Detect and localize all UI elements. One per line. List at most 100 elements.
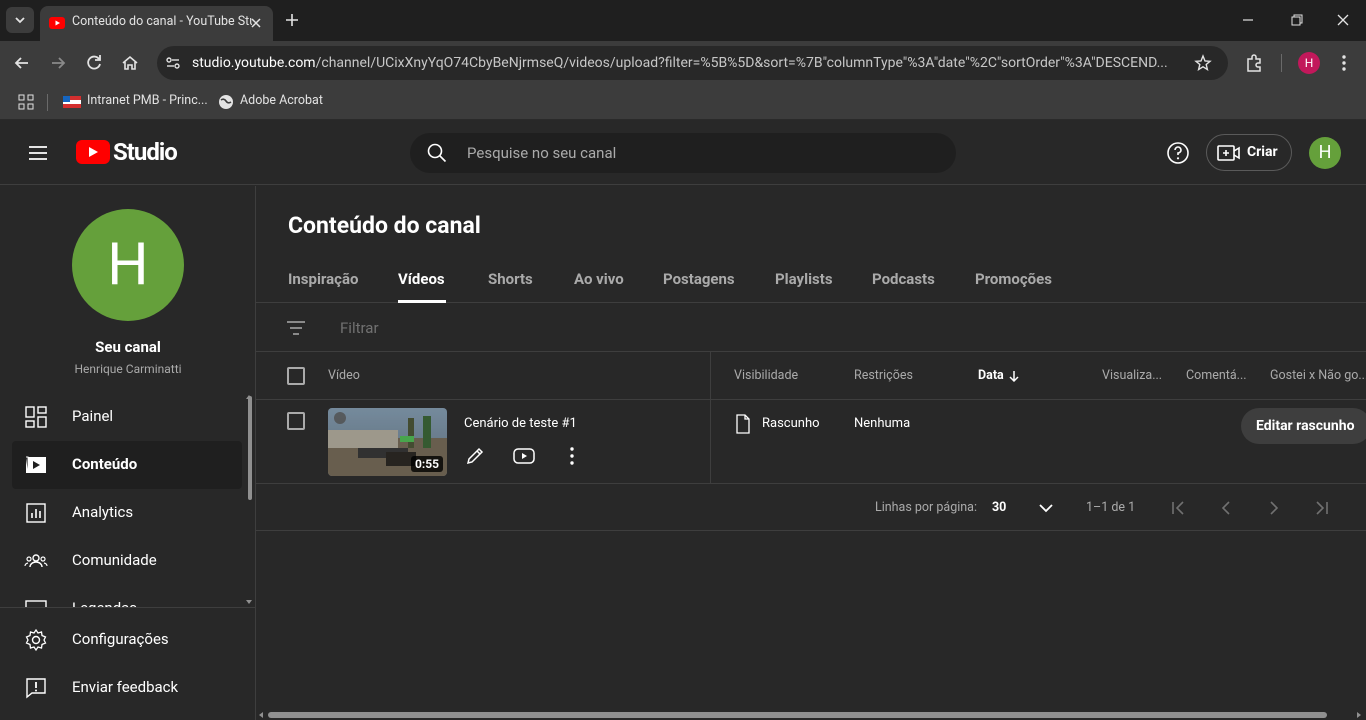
tab-shorts[interactable]: Shorts: [488, 270, 533, 288]
edit-draft-button[interactable]: Editar rascunho: [1241, 408, 1366, 444]
community-icon: [24, 554, 48, 568]
youtube-favicon-icon: [49, 17, 65, 29]
select-all-checkbox[interactable]: [287, 367, 305, 385]
column-likes[interactable]: Gostei x Não go...: [1270, 368, 1366, 383]
sidebar-item-label: Enviar feedback: [72, 678, 179, 696]
filter-placeholder: Filtrar: [340, 319, 379, 337]
horizontal-scrollbar[interactable]: [268, 712, 1327, 718]
tab-podcasts[interactable]: Podcasts: [872, 270, 935, 288]
studio-logo[interactable]: Studio: [76, 138, 178, 167]
tab-search-button[interactable]: [6, 7, 34, 33]
filter-icon[interactable]: [285, 317, 307, 339]
url-path: /channel/UCixXnyYqO74CbyBeNjrmseQ/videos…: [315, 55, 1168, 71]
tab-promocoes[interactable]: Promoções: [975, 270, 1052, 288]
first-page-icon[interactable]: [1168, 498, 1188, 518]
column-date[interactable]: Data: [978, 368, 1004, 383]
extensions-icon[interactable]: [1244, 53, 1264, 73]
forward-icon[interactable]: [48, 53, 68, 73]
toolbar-divider: [1281, 54, 1282, 72]
scroll-left-icon[interactable]: [258, 711, 264, 719]
minimize-icon[interactable]: [1240, 12, 1256, 28]
sidebar-item-painel[interactable]: Painel: [12, 393, 242, 441]
site-info-icon[interactable]: [165, 55, 181, 71]
tab-playlists[interactable]: Playlists: [775, 270, 833, 288]
sidebar-item-configuracoes[interactable]: Configurações: [12, 616, 242, 664]
browser-toolbar: studio.youtube.com/channel/UCixXnyYqO74C…: [0, 41, 1366, 85]
youtube-logo-icon: [76, 140, 110, 164]
edit-pencil-icon[interactable]: [464, 445, 486, 467]
row-checkbox[interactable]: [287, 412, 305, 430]
scroll-right-icon[interactable]: [1356, 711, 1362, 719]
tab-postagens[interactable]: Postagens: [663, 270, 735, 288]
new-tab-icon[interactable]: [283, 11, 301, 29]
bookmark-star-icon[interactable]: [1194, 54, 1212, 72]
sidebar-item-label: Conteúdo: [72, 455, 138, 473]
reload-icon[interactable]: [84, 53, 104, 73]
address-bar[interactable]: studio.youtube.com/channel/UCixXnyYqO74C…: [157, 46, 1228, 80]
create-video-icon: [1217, 145, 1240, 161]
filter-bar[interactable]: Filtrar: [256, 303, 1366, 352]
home-icon[interactable]: [120, 53, 140, 73]
next-page-icon[interactable]: [1264, 498, 1284, 518]
search-input[interactable]: Pesquise no seu canal: [410, 133, 956, 173]
sidebar-bottom: Configurações Enviar feedback: [0, 607, 255, 720]
dashboard-icon: [25, 406, 47, 428]
content-icon: [26, 456, 46, 473]
help-icon[interactable]: [1166, 141, 1190, 165]
column-visibility[interactable]: Visibilidade: [734, 368, 798, 383]
main-content: Conteúdo do canal Inspiração Vídeos Shor…: [256, 186, 1366, 720]
account-avatar[interactable]: H: [1309, 137, 1341, 169]
previous-page-icon[interactable]: [1216, 498, 1236, 518]
tab-ao-vivo[interactable]: Ao vivo: [574, 270, 624, 288]
sidebar-item-feedback[interactable]: Enviar feedback: [12, 664, 242, 712]
bookmark-intranet[interactable]: Intranet PMB - Princ...: [62, 85, 208, 120]
profile-avatar[interactable]: H: [1298, 52, 1320, 74]
rows-per-page-value[interactable]: 30: [992, 500, 1006, 515]
video-thumbnail[interactable]: 0:55: [328, 408, 447, 476]
scroll-down-icon: [246, 600, 252, 604]
close-window-icon[interactable]: [1335, 12, 1351, 28]
sidebar-item-conteudo[interactable]: Conteúdo: [12, 441, 242, 489]
flag-icon: [63, 96, 81, 108]
bookmark-acrobat-label: Adobe Acrobat: [240, 93, 323, 108]
column-comments[interactable]: Comentá...: [1186, 368, 1248, 383]
visibility-value: Rascunho: [762, 416, 820, 431]
hamburger-menu-icon[interactable]: [26, 141, 50, 165]
more-menu-icon[interactable]: [1334, 53, 1354, 73]
last-page-icon[interactable]: [1312, 498, 1332, 518]
sidebar-item-analytics[interactable]: Analytics: [12, 489, 242, 537]
more-options-icon[interactable]: [561, 445, 583, 467]
close-tab-icon[interactable]: [248, 15, 264, 31]
page-range: 1–1 de 1: [1086, 500, 1136, 515]
restrictions-value: Nenhuma: [854, 416, 911, 431]
youtube-play-icon[interactable]: [512, 445, 536, 467]
bookmarks-bar: Intranet PMB - Princ... Adobe Acrobat: [0, 85, 1366, 120]
channel-name: Henrique Carminatti: [74, 362, 182, 376]
rows-per-page-label: Linhas por página:: [875, 500, 978, 515]
sidebar-scroll-thumb[interactable]: [248, 396, 252, 500]
bookmark-acrobat[interactable]: Adobe Acrobat: [218, 85, 328, 120]
apps-grid-icon[interactable]: [18, 94, 34, 110]
channel-avatar[interactable]: H: [72, 209, 184, 321]
back-icon[interactable]: [12, 53, 32, 73]
sidebar-item-label: Comunidade: [72, 551, 157, 569]
url-host: studio.youtube.com: [192, 55, 316, 71]
tab-inspiracao[interactable]: Inspiração: [288, 270, 359, 288]
video-title[interactable]: Cenário de teste #1: [464, 416, 577, 431]
column-video: Vídeo: [328, 368, 360, 383]
column-restrictions[interactable]: Restrições: [854, 368, 913, 383]
sort-down-icon[interactable]: [1007, 369, 1021, 383]
search-placeholder: Pesquise no seu canal: [467, 144, 617, 162]
studio-logo-text: Studio: [113, 138, 178, 166]
browser-tab[interactable]: Conteúdo do canal - YouTube Studio: [40, 6, 273, 41]
create-button[interactable]: Criar: [1206, 134, 1292, 171]
restore-icon[interactable]: [1289, 12, 1305, 28]
sidebar-item-label: Analytics: [72, 503, 134, 521]
sidebar-item-label: Configurações: [72, 630, 169, 648]
chevron-down-icon: [15, 17, 25, 24]
column-views[interactable]: Visualiza...: [1102, 368, 1164, 383]
table-row[interactable]: 0:55 Cenário de teste #1 Rascunho Nenhum…: [256, 400, 1366, 484]
sidebar-item-comunidade[interactable]: Comunidade: [12, 537, 242, 585]
tab-videos[interactable]: Vídeos: [398, 270, 445, 288]
chevron-down-icon[interactable]: [1036, 498, 1056, 518]
